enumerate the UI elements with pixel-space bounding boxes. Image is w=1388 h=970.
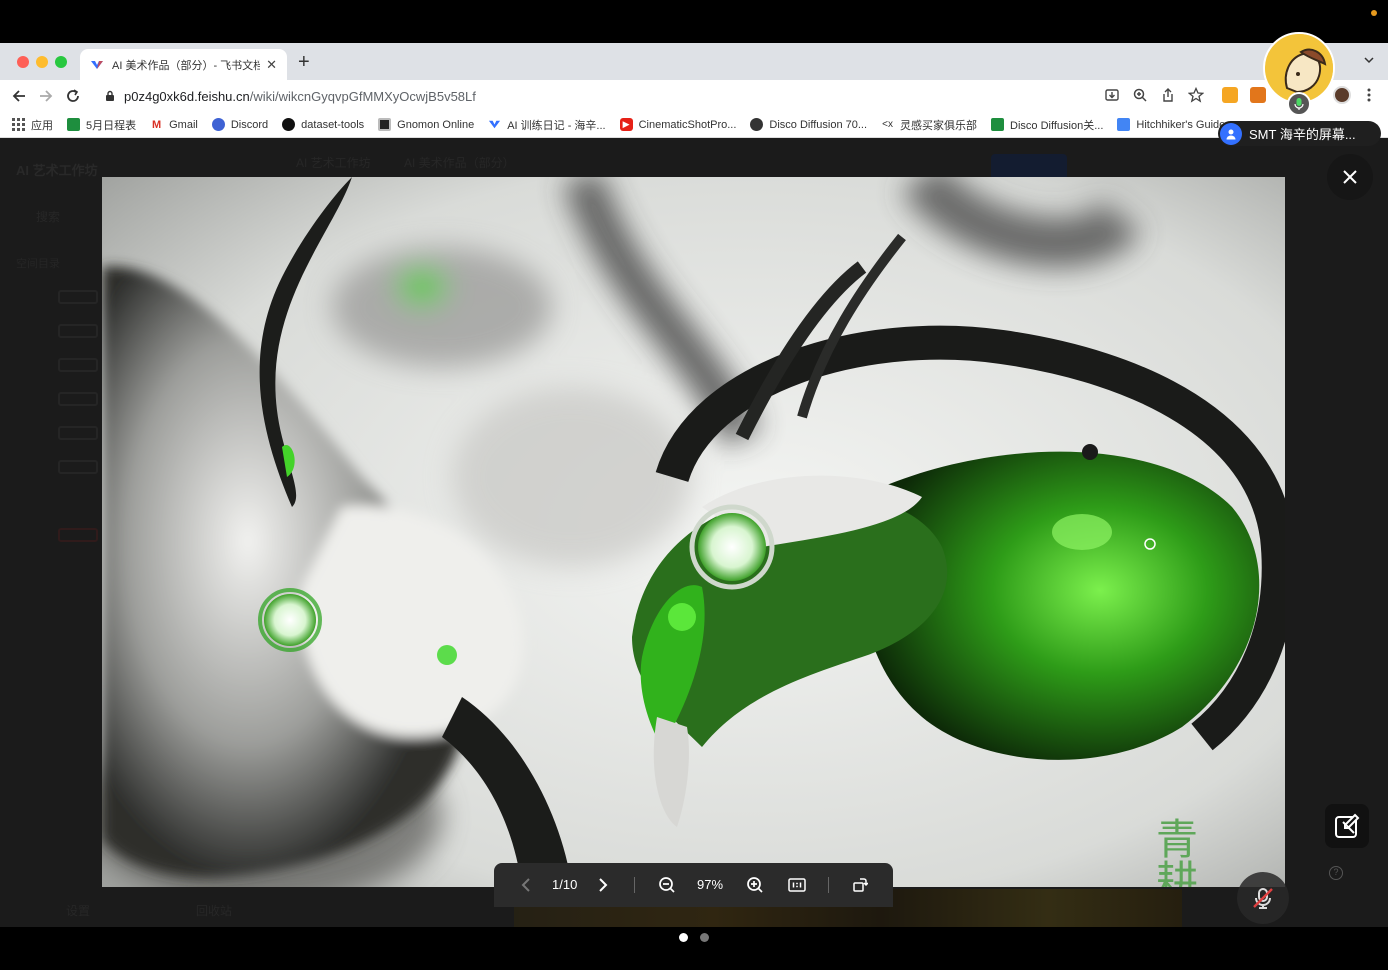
window-close-button[interactable] (17, 56, 29, 68)
share-icon[interactable] (1160, 87, 1176, 103)
apps-grid-icon (12, 118, 25, 131)
url-host: p0z4g0xk6d.feishu.cn (124, 88, 250, 104)
gnomon-icon (378, 118, 392, 131)
viewer-image: 青耕 (102, 177, 1285, 887)
bookmark-label: 5月日程表 (86, 119, 137, 132)
discord-icon (211, 118, 225, 131)
help-icon[interactable]: ? (1329, 866, 1343, 880)
user-icon (1220, 122, 1242, 145)
bookmark-label: Gmail (169, 118, 198, 131)
extension-icon[interactable] (1222, 87, 1238, 103)
sheets-icon (67, 118, 80, 131)
page-dot-active[interactable] (679, 933, 688, 942)
viewer-toolbar: 1/10 97% (494, 863, 893, 907)
bookmark-label: 应用 (31, 119, 53, 132)
zoom-out-icon (659, 877, 675, 893)
feishu-icon (488, 118, 501, 131)
bookmark-label: dataset-tools (301, 118, 365, 131)
gmail-icon: M (150, 118, 164, 131)
page-dot[interactable] (700, 933, 709, 942)
sheets-icon (991, 118, 1005, 131)
recording-indicator (1371, 10, 1377, 16)
url-path: /wiki/wikcnGyqvpGfMMXyOcwjB5v58Lf (249, 88, 476, 104)
feishu-icon (90, 58, 104, 72)
annotate-button[interactable] (1325, 804, 1369, 848)
bookmark-schedule[interactable]: 5月日程表 (67, 117, 136, 133)
window-zoom-button[interactable] (55, 56, 67, 68)
bookmark-label: Hitchhiker's Guide (1136, 118, 1226, 131)
bookmark-gnomon[interactable]: Gnomon Online (378, 118, 474, 131)
github-icon (282, 118, 296, 131)
forward-arrow-icon[interactable] (37, 87, 55, 105)
mic-icon (1294, 98, 1304, 110)
bookmark-apps[interactable]: 应用 (12, 117, 53, 133)
new-tab-button[interactable]: + (298, 52, 310, 72)
zoom-icon[interactable] (1132, 87, 1148, 103)
zoom-in-button[interactable] (745, 875, 765, 895)
bookmark-star-icon[interactable] (1188, 87, 1204, 103)
chevron-left-icon (521, 878, 530, 892)
bookmark-label: 灵感买家俱乐部 (900, 119, 978, 132)
toolbar-divider (634, 877, 635, 893)
actual-size-icon (788, 878, 806, 892)
bookmark-inspiration[interactable]: <x 灵感买家俱乐部 (881, 117, 977, 133)
browser-toolbar: p0z4g0xk6d.feishu.cn/wiki/wikcnGyqvpGfMM… (0, 80, 1388, 112)
bookmark-label: Discord (230, 118, 269, 131)
browser-tab[interactable]: AI 美术作品（部分）- 飞书文档 ✕ (80, 49, 287, 80)
back-arrow-icon[interactable] (10, 87, 28, 105)
window-minimize-button[interactable] (36, 56, 48, 68)
artist-signature: 青耕 (1150, 817, 1199, 887)
tab-title: AI 美术作品（部分）- 飞书文档 (112, 59, 261, 72)
sharing-label: SMT 海辛的屏幕... (1249, 127, 1356, 142)
tab-search-chevron-icon[interactable] (1364, 55, 1374, 65)
bookmark-disco-guide[interactable]: Disco Diffusion关... (991, 117, 1103, 133)
actual-size-button[interactable] (787, 875, 807, 895)
mute-button[interactable] (1237, 872, 1289, 924)
close-icon (1343, 170, 1357, 184)
bookmark-label: Gnomon Online (397, 118, 475, 131)
reload-icon[interactable] (64, 87, 82, 105)
zoom-out-button[interactable] (657, 875, 677, 895)
bookmark-dataset-tools[interactable]: dataset-tools (282, 118, 364, 131)
bookmark-label: Disco Diffusion关... (1010, 119, 1104, 132)
presenter-mic-badge (1287, 92, 1311, 116)
rotate-button[interactable] (850, 875, 870, 895)
bookmark-gmail[interactable]: M Gmail (150, 118, 198, 131)
zoom-in-icon (747, 877, 763, 893)
globe-icon (750, 118, 764, 131)
zoom-level: 97% (697, 877, 724, 892)
bookmark-ai-diary[interactable]: AI 训练日记 - 海辛... (488, 117, 606, 133)
page-dots (679, 933, 709, 942)
bookmark-label: AI 训练日记 - 海辛... (507, 119, 606, 132)
address-bar[interactable]: p0z4g0xk6d.feishu.cn/wiki/wikcnGyqvpGfMM… (94, 83, 1214, 109)
bookmark-disco-70[interactable]: Disco Diffusion 70... (750, 118, 867, 131)
tab-strip: AI 美术作品（部分）- 飞书文档 ✕ + (0, 43, 1388, 80)
tab-close-icon[interactable]: ✕ (266, 57, 277, 73)
screen: AI 美术作品（部分）- 飞书文档 ✕ + p0z4g0xk6d.feishu.… (0, 0, 1388, 970)
prev-image-button[interactable] (516, 875, 536, 895)
annotate-pen-icon (1335, 813, 1360, 838)
bookmark-discord[interactable]: Discord (211, 118, 269, 131)
lock-icon (106, 90, 114, 101)
bookmark-cinematic[interactable]: ▶ CinematicShotPro... (619, 118, 737, 131)
toolbar-divider (828, 877, 829, 893)
screen-sharing-indicator[interactable]: SMT 海辛的屏幕... (1218, 121, 1381, 146)
link-icon: <x (882, 119, 893, 130)
bookmark-label: CinematicShotPro... (638, 118, 737, 131)
next-image-button[interactable] (593, 875, 613, 895)
page-indicator: 1/10 (552, 877, 578, 892)
install-app-icon[interactable] (1104, 87, 1120, 103)
chevron-right-icon (599, 878, 608, 892)
rotate-icon (853, 878, 868, 892)
mic-muted-icon (1253, 888, 1273, 909)
bookmark-hitchhiker[interactable]: Hitchhiker's Guide (1117, 118, 1225, 131)
more-menu-icon[interactable] (1361, 87, 1377, 103)
bookmark-label: Disco Diffusion 70... (769, 118, 868, 131)
profile-avatar[interactable] (1333, 86, 1351, 104)
metamask-icon[interactable] (1250, 87, 1266, 103)
youtube-icon: ▶ (619, 118, 633, 131)
docs-icon (1117, 118, 1131, 131)
bookmarks-bar: 应用 5月日程表 M Gmail Discord dataset-tools Gn… (0, 112, 1388, 138)
viewer-close-button[interactable] (1327, 154, 1373, 200)
